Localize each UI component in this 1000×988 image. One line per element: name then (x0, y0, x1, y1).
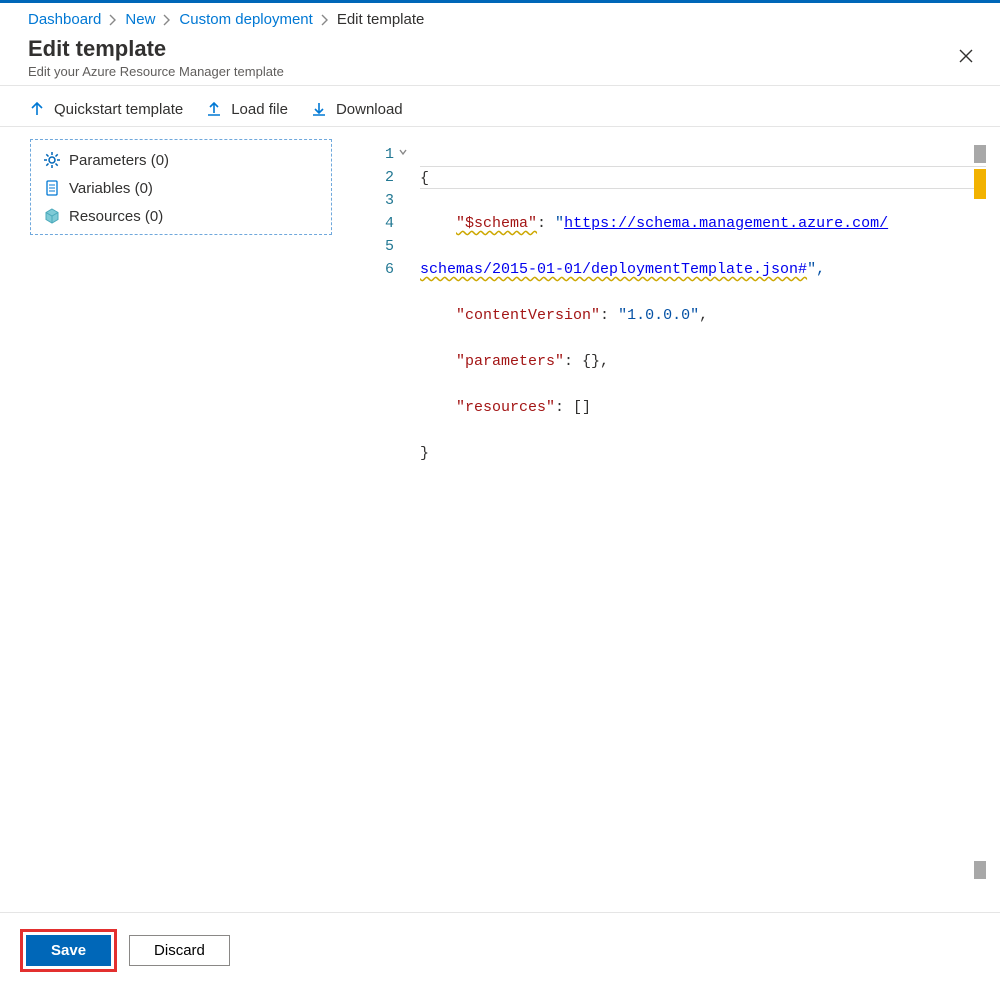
line-number: 1 (385, 146, 394, 163)
page-title: Edit template (28, 36, 972, 62)
download-button[interactable]: Download (310, 100, 403, 118)
download-icon (310, 100, 328, 118)
code-line[interactable]: "parameters": {}, (420, 350, 986, 373)
tree-item-variables[interactable]: Variables (0) (31, 174, 331, 202)
footer: Save Discard (0, 912, 1000, 988)
toolbar: Quickstart template Load file Download (0, 86, 1000, 127)
code-line[interactable]: "resources": [] (420, 396, 986, 419)
code-line[interactable]: } (420, 442, 986, 465)
tree-label: Variables (0) (69, 180, 153, 197)
document-icon (43, 179, 61, 197)
close-button[interactable] (952, 42, 980, 70)
line-number: 6 (385, 261, 394, 278)
chevron-right-icon (317, 12, 333, 28)
page-header: Edit template Edit your Azure Resource M… (0, 36, 1000, 86)
gear-icon (43, 151, 61, 169)
line-number: 5 (385, 238, 394, 255)
tree-item-parameters[interactable]: Parameters (0) (31, 146, 331, 174)
code-line[interactable]: schemas/2015-01-01/deploymentTemplate.js… (420, 258, 986, 281)
template-tree: Parameters (0) Variables (0) Resources (… (30, 139, 332, 235)
breadcrumb-item-new[interactable]: New (125, 11, 155, 28)
editor-gutter: 1 2 3 4 5 6 (348, 139, 400, 879)
minimap-warning-marker (974, 169, 986, 199)
breadcrumb-item-edit-template: Edit template (337, 11, 425, 28)
upload-icon (205, 100, 223, 118)
tree-item-resources[interactable]: Resources (0) (31, 202, 331, 230)
toolbar-label: Quickstart template (54, 101, 183, 118)
editor-minimap[interactable] (972, 139, 986, 879)
fold-chevron-icon[interactable] (398, 147, 408, 157)
main-content: Parameters (0) Variables (0) Resources (… (0, 127, 1000, 873)
minimap-marker (974, 861, 986, 879)
page-subtitle: Edit your Azure Resource Manager templat… (28, 64, 972, 79)
code-line[interactable]: "$schema": "https://schema.management.az… (420, 212, 986, 235)
code-line[interactable]: "contentVersion": "1.0.0.0", (420, 304, 986, 327)
load-file-button[interactable]: Load file (205, 100, 288, 118)
line-number: 4 (385, 215, 394, 232)
line-number: 2 (385, 169, 394, 186)
cube-icon (43, 207, 61, 225)
breadcrumb-item-custom-deployment[interactable]: Custom deployment (179, 11, 312, 28)
minimap-marker (974, 145, 986, 163)
breadcrumb: Dashboard New Custom deployment Edit tem… (0, 3, 1000, 36)
code-editor[interactable]: 1 2 3 4 5 6 { "$schema": "https://schema… (348, 139, 986, 879)
line-number: 3 (385, 192, 394, 209)
tree-label: Parameters (0) (69, 152, 169, 169)
close-icon (958, 48, 974, 64)
tree-label: Resources (0) (69, 208, 163, 225)
code-line[interactable]: { (420, 166, 986, 189)
highlight-box: Save (20, 929, 117, 972)
toolbar-label: Download (336, 101, 403, 118)
arrow-up-icon (28, 100, 46, 118)
toolbar-label: Load file (231, 101, 288, 118)
save-button[interactable]: Save (26, 935, 111, 966)
chevron-right-icon (105, 12, 121, 28)
quickstart-template-button[interactable]: Quickstart template (28, 100, 183, 118)
breadcrumb-item-dashboard[interactable]: Dashboard (28, 11, 101, 28)
editor-content[interactable]: { "$schema": "https://schema.management.… (400, 139, 986, 879)
chevron-right-icon (159, 12, 175, 28)
discard-button[interactable]: Discard (129, 935, 230, 966)
